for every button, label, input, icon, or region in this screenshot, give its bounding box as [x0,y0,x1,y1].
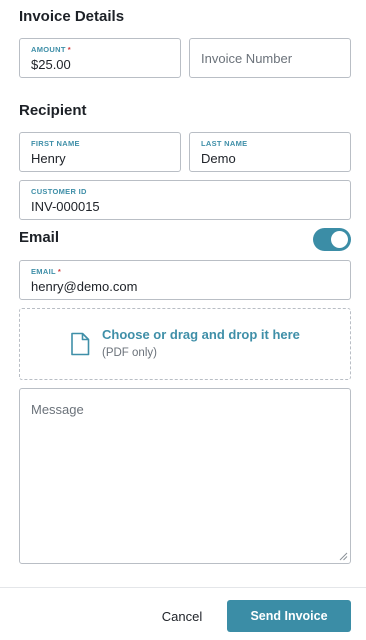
amount-field[interactable]: AMOUNT * $25.00 [19,38,181,78]
footer-divider [0,587,366,588]
dropzone-subtitle: (PDF only) [102,347,157,359]
send-invoice-button[interactable]: Send Invoice [227,600,351,632]
recipient-heading: Recipient [19,102,87,119]
file-icon [71,332,90,356]
toggle-knob [331,231,348,248]
invoice-details-heading: Invoice Details [19,8,125,25]
email-field[interactable]: EMAIL * henry@demo.com [19,260,351,300]
message-placeholder: Message [31,402,84,417]
customer-id-label: CUSTOMER ID [31,187,87,196]
email-toggle[interactable] [313,228,351,251]
invoice-number-field[interactable]: Invoice Number [189,38,351,78]
last-name-value: Demo [201,151,236,166]
first-name-label: FIRST NAME [31,139,80,148]
customer-id-field[interactable]: CUSTOMER ID INV-000015 [19,180,351,220]
last-name-label: LAST NAME [201,139,248,148]
invoice-form: Invoice Details AMOUNT * $25.00 Invoice N… [0,0,366,640]
email-heading: Email [19,229,60,246]
email-label: EMAIL * [31,267,62,276]
first-name-value: Henry [31,151,66,166]
amount-label: AMOUNT * [31,45,71,54]
amount-value: $25.00 [31,57,71,72]
required-marker: * [67,45,71,54]
resize-handle-icon[interactable] [339,552,348,561]
customer-id-value: INV-000015 [31,199,100,214]
last-name-field[interactable]: LAST NAME Demo [189,132,351,172]
dropzone-title[interactable]: Choose or drag and drop it here [102,327,300,342]
invoice-number-placeholder: Invoice Number [201,51,293,66]
email-value: henry@demo.com [31,279,138,294]
first-name-field[interactable]: FIRST NAME Henry [19,132,181,172]
cancel-button[interactable]: Cancel [152,600,212,632]
file-dropzone[interactable]: Choose or drag and drop it here (PDF onl… [19,308,351,380]
required-marker: * [57,267,62,276]
message-textarea[interactable]: Message [19,388,351,564]
